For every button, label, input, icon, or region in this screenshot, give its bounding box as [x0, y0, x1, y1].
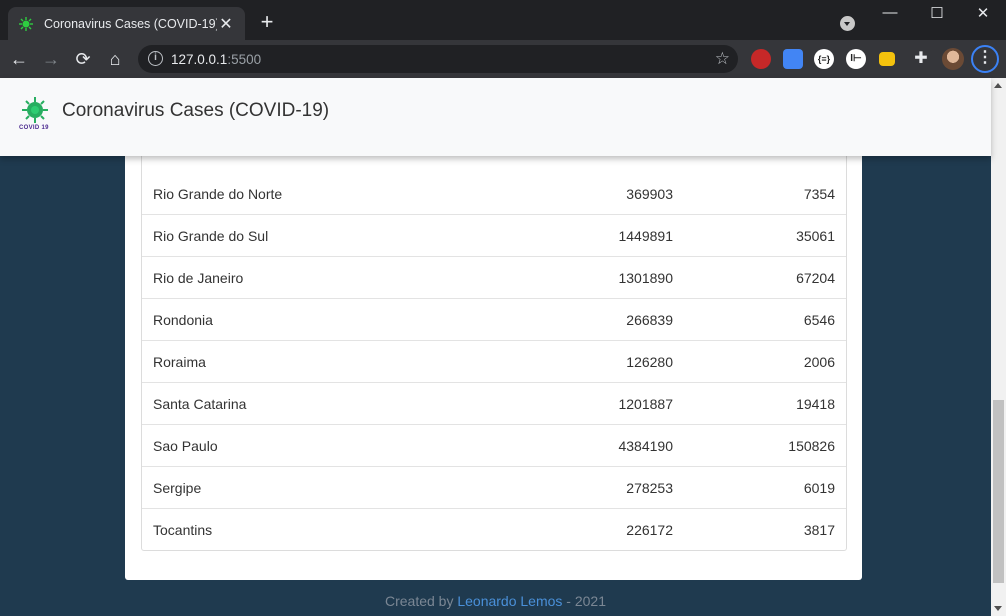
table-row: Santa Catarina 1201887 19418 — [142, 383, 846, 425]
bookmark-star-icon[interactable]: ☆ — [715, 49, 730, 69]
state-name: Rio Grande do Sul — [153, 228, 269, 244]
table-row: Tocantins 226172 3817 — [142, 509, 846, 550]
footer-prefix: Created by — [384, 593, 458, 609]
translate-icon[interactable] — [783, 49, 803, 69]
cases-count: 1301890 — [618, 270, 673, 286]
page-title: Coronavirus Cases (COVID-19) — [62, 100, 330, 121]
table-row: Rio de Janeiro 1301890 67204 — [142, 257, 846, 299]
cases-count: 4384190 — [618, 438, 673, 454]
profile-avatar[interactable] — [942, 48, 964, 70]
deaths-count: 6019 — [803, 480, 835, 496]
state-name: Rondonia — [153, 312, 213, 328]
scroll-down-arrow-icon[interactable] — [994, 606, 1002, 611]
footer-suffix: - 2021 — [562, 593, 607, 609]
deaths-count: 19418 — [796, 396, 835, 412]
deaths-count: 150826 — [788, 438, 835, 454]
tab-title: Coronavirus Cases (COVID-19) — [44, 16, 217, 31]
maximize-button[interactable]: ☐ — [922, 4, 952, 22]
table-row: Rio Grande do Sul 1449891 35061 — [142, 215, 846, 257]
browser-tab[interactable]: Coronavirus Cases (COVID-19) ✕ — [8, 7, 245, 40]
covid-favicon-icon — [19, 16, 33, 31]
cases-count: 126280 — [626, 354, 673, 370]
new-tab-button[interactable]: + — [256, 10, 278, 34]
table-row: Rio Grande do Norte 369903 7354 — [142, 173, 846, 215]
reload-icon[interactable]: ⟳ — [72, 48, 94, 70]
table-row: Sao Paulo 4384190 150826 — [142, 425, 846, 467]
deaths-count: 35061 — [796, 228, 835, 244]
home-icon[interactable]: ⌂ — [104, 48, 126, 70]
table-row: Rondonia 266839 6546 — [142, 299, 846, 341]
deaths-count: 6546 — [803, 312, 835, 328]
logo-text: COVID 19 — [19, 125, 49, 131]
forward-arrow-icon[interactable]: → — [40, 48, 62, 70]
url-text[interactable]: 127.0.0.1:5500 — [171, 52, 261, 67]
cases-count: 226172 — [626, 522, 673, 538]
url-host: 127.0.0.1 — [171, 52, 228, 67]
cases-count: 369903 — [626, 186, 673, 202]
author-link[interactable]: Leonardo Lemos — [457, 593, 562, 609]
state-name: Santa Catarina — [153, 396, 247, 412]
cases-table: Piauí 321398 7042 Rio Grande do Norte 36… — [141, 110, 847, 551]
puzzle-icon[interactable]: ✚ — [911, 49, 931, 69]
footer: Created by Leonardo Lemos - 2021 — [0, 593, 991, 609]
tab-close-icon[interactable]: ✕ — [217, 14, 235, 34]
minimize-button[interactable]: — — [875, 4, 905, 21]
cases-count: 278253 — [626, 480, 673, 496]
json-viewer-icon[interactable]: {≡} — [814, 49, 834, 69]
browser-menu-icon[interactable]: ⋮ — [971, 45, 999, 73]
close-window-button[interactable]: ✕ — [968, 4, 998, 22]
url-port: :5500 — [227, 52, 262, 67]
table-row: Sergipe 278253 6019 — [142, 467, 846, 509]
scroll-up-arrow-icon[interactable] — [994, 83, 1002, 88]
tab-search-icon[interactable] — [840, 16, 855, 31]
site-info-icon[interactable]: i — [148, 51, 163, 66]
scrollbar-thumb[interactable] — [993, 400, 1004, 583]
browser-tab-strip: Coronavirus Cases (COVID-19) ✕ + — ☐ ✕ — [0, 0, 1006, 40]
state-name: Sergipe — [153, 480, 202, 496]
address-bar[interactable]: i 127.0.0.1:5500 ☆ — [138, 45, 738, 73]
back-arrow-icon[interactable]: ← — [8, 48, 30, 70]
deaths-count: 2006 — [803, 354, 835, 370]
state-name: Tocantins — [153, 522, 213, 538]
deaths-count: 7354 — [803, 186, 835, 202]
state-name: Rio Grande do Norte — [153, 186, 283, 202]
cases-count: 1449891 — [618, 228, 673, 244]
cases-count: 266839 — [626, 312, 673, 328]
extension-icon[interactable]: I⊢ — [846, 49, 866, 69]
adblock-icon[interactable] — [751, 49, 771, 69]
table-row: Roraima 126280 2006 — [142, 341, 846, 383]
deaths-count: 3817 — [803, 522, 835, 538]
state-name: Roraima — [153, 354, 206, 370]
cases-count: 1201887 — [618, 396, 673, 412]
app-header: COVID 19 Coronavirus Cases (COVID-19) — [0, 78, 991, 156]
deaths-count: 67204 — [796, 270, 835, 286]
folder-extension-icon[interactable] — [879, 52, 895, 66]
state-name: Rio de Janeiro — [153, 270, 244, 286]
state-name: Sao Paulo — [153, 438, 218, 454]
